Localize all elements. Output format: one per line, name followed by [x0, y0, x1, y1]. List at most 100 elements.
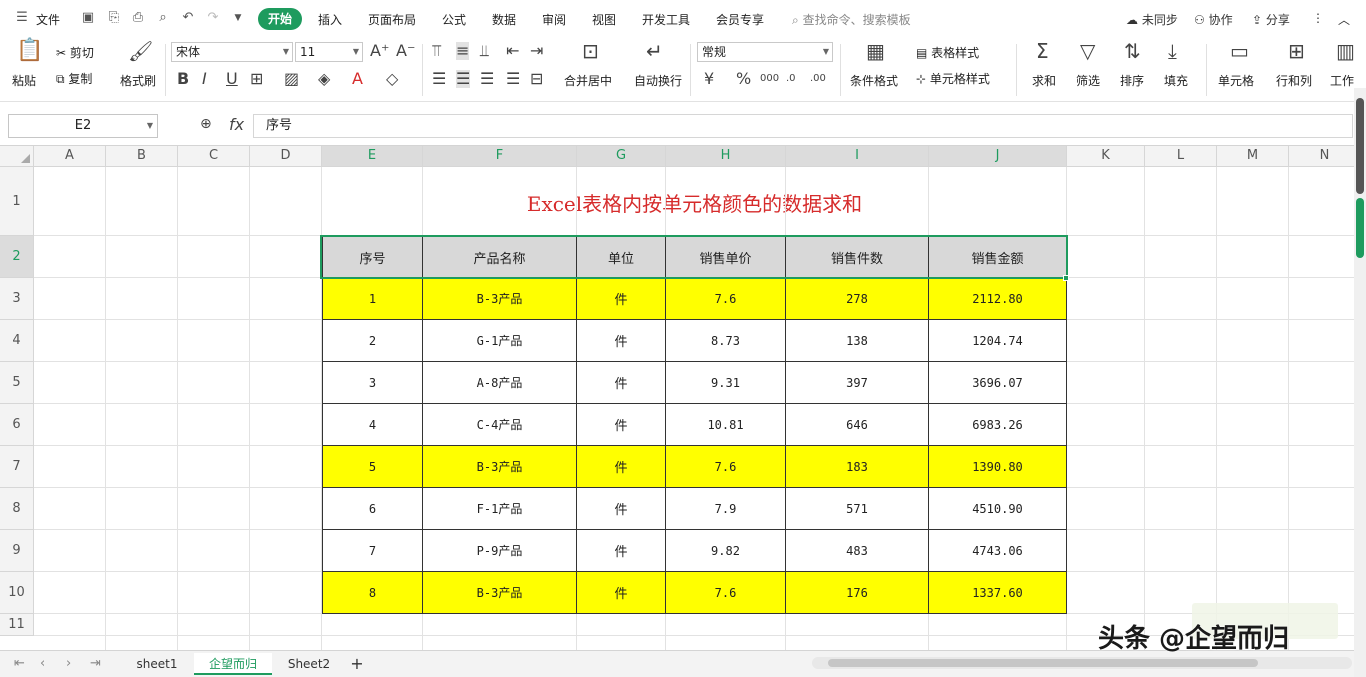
clear-icon[interactable]: ◇	[386, 70, 398, 88]
format-painter-button[interactable]: 格式刷	[120, 72, 156, 89]
sort-icon[interactable]: ⇅	[1124, 41, 1141, 61]
zoom-icon[interactable]: ⊕	[200, 116, 212, 132]
column-header-l[interactable]: L	[1145, 146, 1217, 167]
column-header-i[interactable]: I	[786, 146, 929, 167]
align-top-icon[interactable]: ⫪	[432, 42, 441, 60]
table-cell-product[interactable]: P-9产品	[423, 530, 577, 572]
redo-icon[interactable]: ↷	[205, 10, 221, 26]
fill-icon[interactable]: ⤓	[1168, 41, 1177, 61]
undo-icon[interactable]: ↶	[180, 10, 196, 26]
tab-review[interactable]: 审阅	[542, 11, 566, 28]
decrease-decimal-icon[interactable]: .00	[810, 70, 826, 88]
number-format-select[interactable]: 常规 ▼	[697, 42, 833, 62]
print-preview-icon[interactable]: ⌕	[155, 10, 171, 26]
table-cell-product[interactable]: B-3产品	[423, 572, 577, 614]
table-cell-qty[interactable]: 138	[786, 320, 929, 362]
table-cell-amount[interactable]: 6983.26	[929, 404, 1067, 446]
copy-button[interactable]: ⧉ 复制	[56, 70, 92, 87]
row-header-7[interactable]: 7	[0, 446, 34, 488]
align-right-icon[interactable]: ☰	[480, 70, 494, 88]
column-header-c[interactable]: C	[178, 146, 250, 167]
table-cell-unit[interactable]: 件	[577, 572, 666, 614]
select-all-corner[interactable]	[0, 146, 34, 167]
collapse-ribbon-icon[interactable]: ︿	[1338, 11, 1350, 28]
table-cell-unit[interactable]: 件	[577, 362, 666, 404]
sort-button[interactable]: 排序	[1120, 72, 1144, 89]
paste-button[interactable]: 粘贴	[12, 72, 36, 89]
row-header-1[interactable]: 1	[0, 167, 34, 236]
fx-icon[interactable]: fx	[229, 115, 244, 134]
wrap-text-icon[interactable]: ↵	[646, 41, 663, 61]
table-cell-qty[interactable]: 278	[786, 278, 929, 320]
tab-formulas[interactable]: 公式	[442, 11, 466, 28]
cell-icon[interactable]: ▭	[1230, 41, 1249, 61]
sum-icon[interactable]: Σ	[1036, 41, 1049, 61]
outdent-icon[interactable]: ⇤	[506, 42, 519, 60]
tab-member[interactable]: 会员专享	[716, 11, 764, 28]
table-cell-price[interactable]: 9.82	[666, 530, 786, 572]
table-cell-product[interactable]: A-8产品	[423, 362, 577, 404]
file-menu[interactable]: 文件	[36, 11, 60, 28]
table-cell-amount[interactable]: 1204.74	[929, 320, 1067, 362]
print-icon[interactable]: ⎙	[130, 10, 146, 26]
table-cell-price[interactable]: 8.73	[666, 320, 786, 362]
row-header-3[interactable]: 3	[0, 278, 34, 320]
name-box[interactable]: E2 ▼	[8, 114, 158, 138]
table-cell-unit[interactable]: 件	[577, 404, 666, 446]
table-header-cell[interactable]: 序号	[322, 236, 423, 278]
quick-access-dropdown-icon[interactable]: ▼	[230, 10, 246, 26]
row-col-button[interactable]: 行和列	[1276, 72, 1312, 89]
table-cell-unit[interactable]: 件	[577, 278, 666, 320]
save-icon[interactable]: ▣	[80, 10, 96, 26]
horizontal-scroll-thumb[interactable]	[828, 659, 1258, 667]
font-color-icon[interactable]: A	[352, 70, 363, 88]
column-header-n[interactable]: N	[1289, 146, 1354, 167]
conditional-format-button[interactable]: 条件格式	[850, 72, 898, 89]
align-left-icon[interactable]: ☰	[432, 70, 446, 88]
column-header-b[interactable]: B	[106, 146, 178, 167]
table-cell-price[interactable]: 7.6	[666, 572, 786, 614]
bold-icon[interactable]: B	[177, 70, 189, 88]
merge-center-button[interactable]: 合并居中	[564, 72, 612, 89]
table-header-cell[interactable]: 销售金额	[929, 236, 1067, 278]
align-middle-icon[interactable]: ≡	[456, 42, 470, 60]
sheet-tab-sheet2[interactable]: Sheet2	[276, 653, 342, 675]
table-cell-seq[interactable]: 6	[322, 488, 423, 530]
table-cell-amount[interactable]: 1390.80	[929, 446, 1067, 488]
format-painter-icon[interactable]: 🖌	[128, 41, 153, 61]
paste-icon[interactable]: 📋	[16, 40, 43, 62]
fill-style-icon[interactable]: ▨	[284, 70, 299, 88]
sync-status[interactable]: ☁ 未同步	[1126, 11, 1178, 28]
formula-input[interactable]: 序号	[253, 114, 1353, 138]
table-cell-price[interactable]: 10.81	[666, 404, 786, 446]
table-cell-seq[interactable]: 7	[322, 530, 423, 572]
cell-button[interactable]: 单元格	[1218, 72, 1254, 89]
indent-icon[interactable]: ⇥	[530, 42, 543, 60]
table-cell-price[interactable]: 9.31	[666, 362, 786, 404]
tab-insert[interactable]: 插入	[318, 11, 342, 28]
table-cell-qty[interactable]: 397	[786, 362, 929, 404]
underline-icon[interactable]: U	[226, 70, 238, 88]
currency-icon[interactable]: ¥	[704, 70, 714, 88]
percent-icon[interactable]: %	[736, 70, 751, 88]
align-bottom-icon[interactable]: ⫫	[480, 42, 489, 60]
add-sheet-button[interactable]: +	[346, 653, 368, 675]
tab-developer[interactable]: 开发工具	[642, 11, 690, 28]
first-sheet-icon[interactable]: ⇤	[14, 656, 25, 671]
column-header-d[interactable]: D	[250, 146, 322, 167]
increase-font-icon[interactable]: A⁺	[370, 42, 389, 60]
prev-sheet-icon[interactable]: ‹	[40, 656, 45, 671]
table-cell-qty[interactable]: 176	[786, 572, 929, 614]
export-icon[interactable]: ⎘	[106, 10, 122, 26]
table-cell-seq[interactable]: 8	[322, 572, 423, 614]
table-cell-amount[interactable]: 1337.60	[929, 572, 1067, 614]
table-cell-unit[interactable]: 件	[577, 446, 666, 488]
table-cell-product[interactable]: B-3产品	[423, 446, 577, 488]
table-header-cell[interactable]: 单位	[577, 236, 666, 278]
tab-home[interactable]: 开始	[258, 8, 302, 30]
column-header-e[interactable]: E	[322, 146, 423, 167]
row-col-icon[interactable]: ⊞	[1288, 41, 1305, 61]
command-search[interactable]: ⌕ 查找命令、搜索模板	[792, 11, 911, 28]
table-title[interactable]: Excel表格内按单元格颜色的数据求和	[322, 168, 1067, 236]
table-cell-qty[interactable]: 183	[786, 446, 929, 488]
